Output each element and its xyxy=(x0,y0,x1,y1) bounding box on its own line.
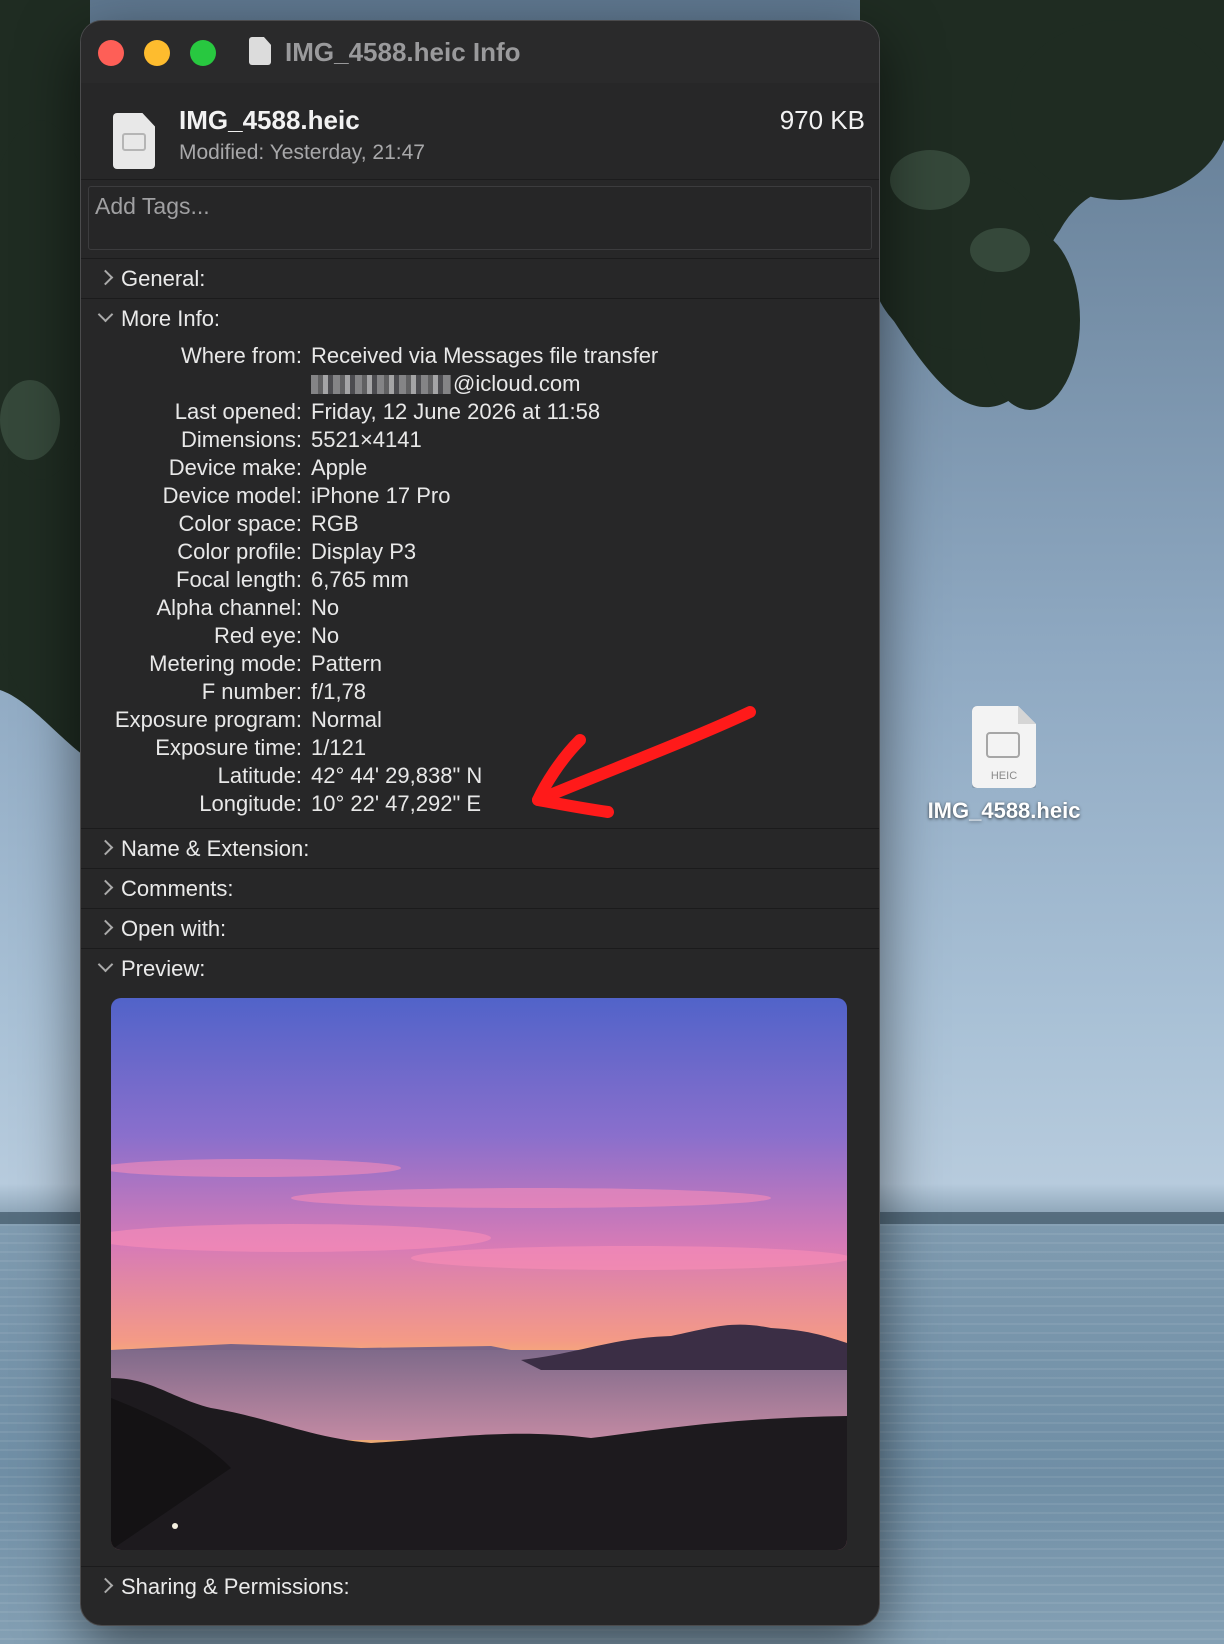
annotation-arrow xyxy=(532,706,756,818)
chevron-down-icon xyxy=(95,299,115,338)
file-size: 970 KB xyxy=(779,105,865,135)
section-general-label: General: xyxy=(121,266,206,291)
info-value: 10° 22' 47,292" E xyxy=(311,791,482,816)
info-value: RGB xyxy=(311,511,359,536)
info-label: Red eye: xyxy=(213,623,302,648)
info-label: Longitude: xyxy=(199,791,302,816)
info-value: Normal xyxy=(311,707,382,732)
info-value: iPhone 17 Pro xyxy=(311,483,451,508)
sunset-photo xyxy=(111,998,847,1550)
section-preview: Preview: xyxy=(81,948,879,1550)
info-row-where-from-email: @icloud.com xyxy=(81,370,879,398)
info-value: 42° 44' 29,838" N xyxy=(311,763,483,788)
section-preview-toggle[interactable]: Preview: xyxy=(81,949,879,988)
info-value: Friday, 12 June 2026 at 11:58 xyxy=(311,399,601,424)
info-label: Latitude: xyxy=(217,763,302,788)
info-label: Alpha channel: xyxy=(156,595,302,620)
info-value: Apple xyxy=(311,455,368,480)
info-row: Alpha channel: No xyxy=(81,594,879,622)
info-row: Color space: RGB xyxy=(81,510,879,538)
section-sharing-label: Sharing & Permissions: xyxy=(121,1574,350,1599)
close-button[interactable] xyxy=(98,40,124,66)
chevron-right-icon xyxy=(95,869,115,908)
info-row-where-from: Where from: Received via Messages file t… xyxy=(81,342,879,370)
info-label: Exposure time: xyxy=(155,735,302,760)
info-label: Metering mode: xyxy=(149,651,302,676)
section-sharing: Sharing & Permissions: xyxy=(81,1566,879,1606)
section-open-with-toggle[interactable]: Open with: xyxy=(81,909,879,948)
image-file-icon xyxy=(113,113,155,169)
section-name-extension-label: Name & Extension: xyxy=(121,836,310,861)
chevron-right-icon xyxy=(95,259,115,298)
email-domain: @icloud.com xyxy=(453,371,581,396)
desktop-file-name: IMG_4588.heic xyxy=(927,798,1081,823)
info-label: Dimensions: xyxy=(180,427,302,452)
info-label: Device make: xyxy=(168,455,302,480)
info-label: F number: xyxy=(201,679,302,704)
info-label: Last opened: xyxy=(174,399,302,424)
info-row: Device make: Apple xyxy=(81,454,879,482)
chevron-right-icon xyxy=(95,909,115,948)
section-open-with-label: Open with: xyxy=(121,916,227,941)
section-comments-toggle[interactable]: Comments: xyxy=(81,869,879,908)
modified-value: Yesterday, 21:47 xyxy=(269,141,425,164)
info-value: 6,765 mm xyxy=(311,567,409,592)
modified-date: Modified: Yesterday, 21:47 xyxy=(179,141,425,165)
tags-field[interactable]: Add Tags... xyxy=(88,186,872,250)
info-row: Dimensions: 5521×4141 xyxy=(81,426,879,454)
chevron-right-icon xyxy=(95,1567,115,1606)
section-general-toggle[interactable]: General: xyxy=(81,259,879,298)
section-more-info-label: More Info: xyxy=(121,306,221,331)
info-label: Exposure program: xyxy=(114,707,302,732)
info-value: No xyxy=(311,623,340,648)
info-value: 5521×4141 xyxy=(311,427,422,452)
info-value: No xyxy=(311,595,340,620)
tags-placeholder: Add Tags... xyxy=(95,193,210,219)
section-name-extension-toggle[interactable]: Name & Extension: xyxy=(81,829,879,868)
chevron-right-icon xyxy=(95,829,115,868)
section-preview-label: Preview: xyxy=(121,956,206,981)
heic-file-icon: HEIC xyxy=(972,706,1036,788)
file-summary: IMG_4588.heic 970 KB Modified: Yesterday… xyxy=(81,83,879,180)
section-sharing-toggle[interactable]: Sharing & Permissions: xyxy=(81,1567,879,1606)
info-label: Device model: xyxy=(162,483,302,508)
info-row: Last opened: Friday, 12 June 2026 at 11:5… xyxy=(81,398,879,426)
info-value: Display P3 xyxy=(311,539,417,564)
file-ext-label: HEIC xyxy=(990,770,1018,782)
section-comments-label: Comments: xyxy=(121,876,234,901)
info-value: Pattern xyxy=(311,651,382,676)
zoom-button[interactable] xyxy=(190,40,216,66)
info-row: Focal length: 6,765 mm xyxy=(81,566,879,594)
info-row: Color profile: Display P3 xyxy=(81,538,879,566)
minimize-button[interactable] xyxy=(144,40,170,66)
info-label: Color space: xyxy=(178,511,302,536)
info-label: Focal length: xyxy=(176,567,302,592)
section-comments: Comments: xyxy=(81,868,879,908)
chevron-down-icon xyxy=(95,949,115,988)
title-bar[interactable]: IMG_4588.heic Info xyxy=(81,21,879,83)
modified-label: Modified: xyxy=(179,141,265,164)
redacted-email xyxy=(311,375,451,394)
file-name: IMG_4588.heic xyxy=(179,105,360,135)
document-proxy-icon[interactable] xyxy=(249,37,271,65)
desktop-file-icon[interactable]: HEIC IMG_4588.heic xyxy=(904,706,1104,824)
info-value: f/1,78 xyxy=(311,679,367,704)
info-row: Metering mode: Pattern xyxy=(81,650,879,678)
info-row: Device model: iPhone 17 Pro xyxy=(81,482,879,510)
info-label: Color profile: xyxy=(177,539,302,564)
info-label: Where from: xyxy=(180,343,302,368)
section-name-extension: Name & Extension: xyxy=(81,828,879,868)
info-row: Red eye: No xyxy=(81,622,879,650)
section-open-with: Open with: xyxy=(81,908,879,948)
image-preview[interactable] xyxy=(111,998,847,1550)
info-value: Received via Messages file transfer xyxy=(311,343,659,368)
info-value: 1/121 xyxy=(311,735,367,760)
section-more-info-toggle[interactable]: More Info: xyxy=(81,299,879,338)
window-title: IMG_4588.heic Info xyxy=(285,37,521,67)
section-general: General: xyxy=(81,258,879,298)
